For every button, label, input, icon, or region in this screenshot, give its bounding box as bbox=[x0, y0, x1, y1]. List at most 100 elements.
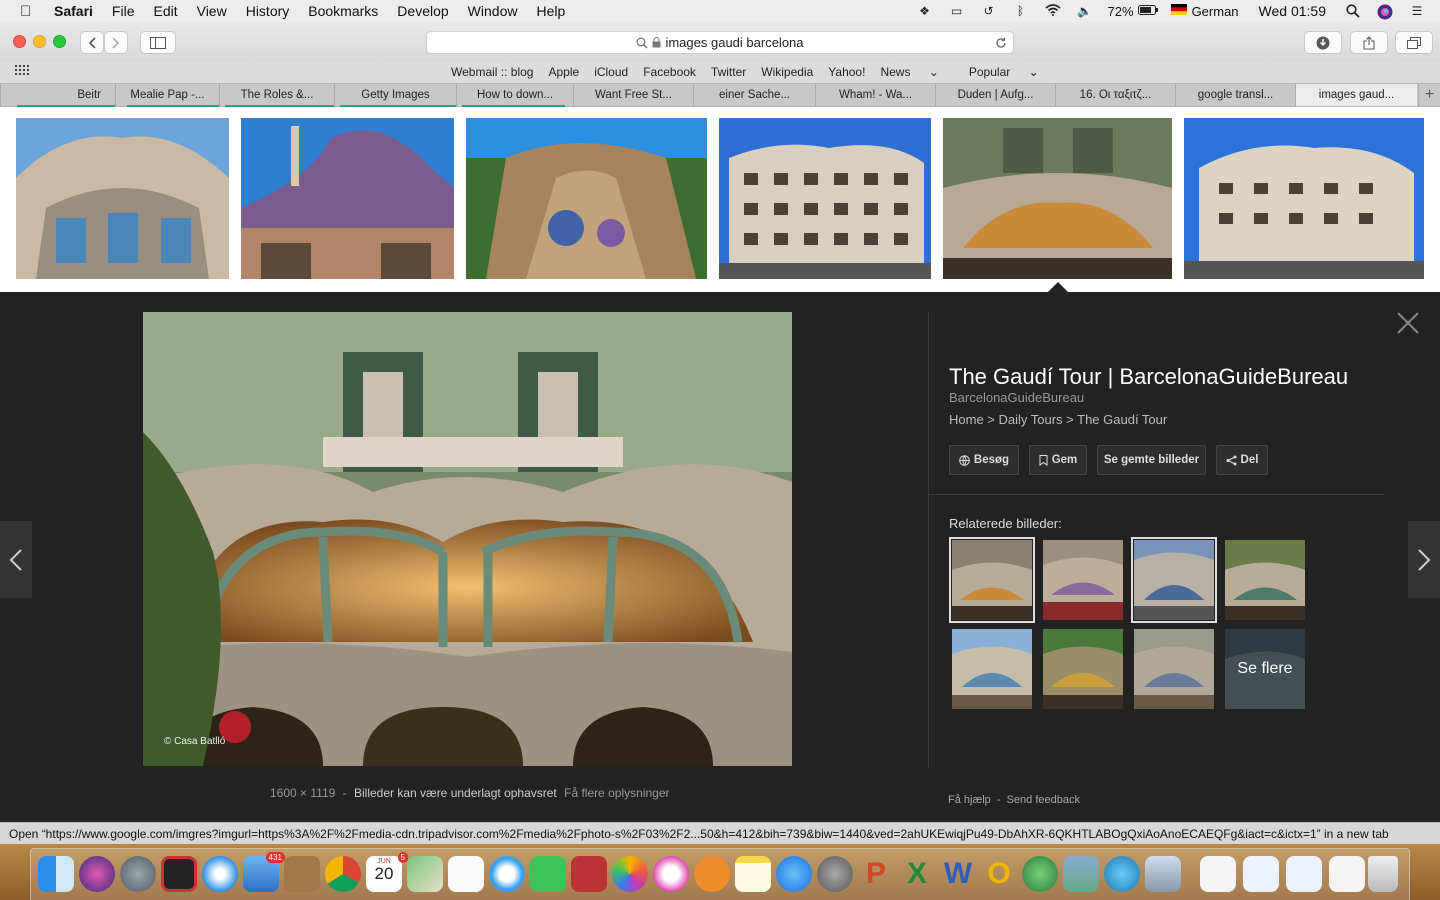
result-title[interactable]: The Gaudí Tour | BarcelonaGuideBureau bbox=[949, 364, 1348, 390]
reminders-icon[interactable] bbox=[448, 856, 484, 892]
onenote-icon[interactable]: O bbox=[981, 856, 1017, 892]
input-source[interactable]: German bbox=[1192, 4, 1239, 19]
menu-history[interactable]: History bbox=[246, 3, 290, 19]
system-preferences-icon[interactable] bbox=[817, 856, 853, 892]
favorite-news-folder[interactable]: News ⌄ bbox=[880, 65, 953, 79]
back-button[interactable] bbox=[80, 31, 104, 54]
tab-taxi[interactable]: 16. Οι ταξιτζ... bbox=[1055, 84, 1175, 106]
safari-icon[interactable] bbox=[202, 856, 238, 892]
favorite-wikipedia[interactable]: Wikipedia bbox=[761, 65, 813, 79]
contacts-icon[interactable] bbox=[284, 856, 320, 892]
notification-center-icon[interactable]: ☰ bbox=[1408, 4, 1426, 18]
tab-wham[interactable]: Wham! - Wa... bbox=[815, 84, 935, 106]
photo-editor-icon[interactable] bbox=[1063, 856, 1099, 892]
favorite-facebook[interactable]: Facebook bbox=[643, 65, 696, 79]
more-info-link[interactable]: Få flere oplysninger bbox=[564, 786, 669, 800]
favorite-popular-folder[interactable]: Popular ⌄ bbox=[969, 65, 1054, 79]
zoom-window-button[interactable] bbox=[53, 35, 66, 48]
result-thumbnail[interactable] bbox=[241, 118, 454, 279]
menu-view[interactable]: View bbox=[197, 3, 227, 19]
favorite-yahoo[interactable]: Yahoo! bbox=[828, 65, 865, 79]
favorite-icloud[interactable]: iCloud bbox=[594, 65, 628, 79]
tab-want-free[interactable]: Want Free St... bbox=[573, 84, 693, 106]
menu-help[interactable]: Help bbox=[536, 3, 565, 19]
saved-images-button[interactable]: Se gemte billeder bbox=[1097, 445, 1206, 475]
powerpoint-icon[interactable]: P bbox=[858, 856, 894, 892]
dropbox-icon[interactable]: ❖ bbox=[916, 4, 934, 18]
close-preview-button[interactable] bbox=[1396, 312, 1420, 336]
visit-button[interactable]: Besøg bbox=[949, 445, 1019, 475]
tab-the-roles[interactable]: The Roles &... bbox=[219, 84, 334, 106]
preview-image[interactable] bbox=[143, 312, 792, 766]
related-image[interactable] bbox=[949, 537, 1035, 623]
menu-bookmarks[interactable]: Bookmarks bbox=[308, 3, 378, 19]
close-window-button[interactable] bbox=[13, 35, 26, 48]
maps-icon[interactable] bbox=[407, 856, 443, 892]
menu-window[interactable]: Window bbox=[468, 3, 518, 19]
document-thumbnail[interactable] bbox=[1243, 856, 1279, 892]
result-thumbnail[interactable] bbox=[719, 118, 931, 279]
preview-app-icon[interactable] bbox=[1145, 856, 1181, 892]
tab-google-translate[interactable]: google transl... bbox=[1175, 84, 1295, 106]
spotlight-icon[interactable] bbox=[1344, 4, 1362, 18]
mail-icon[interactable]: 431 bbox=[243, 852, 285, 892]
time-machine-icon[interactable]: ↺ bbox=[980, 4, 998, 18]
next-image-button[interactable] bbox=[1408, 521, 1440, 598]
photo-app-icon[interactable] bbox=[571, 856, 607, 892]
related-image[interactable] bbox=[1043, 629, 1123, 709]
facetime-icon[interactable] bbox=[530, 856, 566, 892]
document-thumbnail[interactable] bbox=[1329, 856, 1365, 892]
itunes-icon[interactable] bbox=[653, 856, 689, 892]
new-tab-button[interactable]: + bbox=[1418, 84, 1440, 106]
favorite-webmail[interactable]: Webmail :: blog bbox=[451, 65, 533, 79]
notes-icon[interactable] bbox=[735, 856, 771, 892]
photos-icon[interactable] bbox=[612, 856, 648, 892]
launchpad-icon[interactable] bbox=[120, 856, 156, 892]
wifi-icon[interactable] bbox=[1044, 4, 1062, 18]
trash-icon[interactable] bbox=[1368, 856, 1398, 892]
related-image[interactable] bbox=[1131, 537, 1217, 623]
word-icon[interactable]: W bbox=[940, 856, 976, 892]
messages-icon[interactable] bbox=[489, 856, 525, 892]
address-bar[interactable]: images gaudi barcelona bbox=[426, 31, 1014, 54]
related-image[interactable] bbox=[952, 629, 1032, 709]
tab-getty-images[interactable]: Getty Images bbox=[334, 84, 456, 106]
reload-icon[interactable] bbox=[995, 37, 1007, 49]
share-result-button[interactable]: Del bbox=[1216, 445, 1268, 475]
top-sites-icon[interactable] bbox=[15, 65, 30, 80]
photo-booth-icon[interactable] bbox=[161, 856, 197, 892]
related-image[interactable] bbox=[1225, 540, 1305, 620]
app-menu[interactable]: Safari bbox=[54, 3, 93, 19]
previous-image-button[interactable] bbox=[0, 521, 32, 598]
apple-menu-icon[interactable]:  bbox=[20, 3, 40, 20]
tab-einer-sache[interactable]: einer Sache... bbox=[693, 84, 815, 106]
share-button[interactable] bbox=[1350, 31, 1388, 54]
globe-app-icon[interactable] bbox=[1022, 856, 1058, 892]
finder-icon[interactable] bbox=[38, 856, 74, 892]
menu-develop[interactable]: Develop bbox=[397, 3, 448, 19]
document-thumbnail[interactable] bbox=[1286, 856, 1322, 892]
tab-overview-button[interactable] bbox=[1395, 31, 1433, 54]
document-thumbnail[interactable] bbox=[1200, 856, 1236, 892]
ibooks-icon[interactable] bbox=[694, 856, 730, 892]
result-thumbnail[interactable] bbox=[16, 118, 229, 279]
help-link[interactable]: Få hjælp bbox=[948, 794, 991, 806]
favorite-apple[interactable]: Apple bbox=[548, 65, 579, 79]
tab-beitr[interactable]: Beitr bbox=[0, 84, 115, 106]
favorite-twitter[interactable]: Twitter bbox=[711, 65, 746, 79]
siri-icon[interactable] bbox=[79, 856, 115, 892]
tab-how-to-down[interactable]: How to down... bbox=[456, 84, 573, 106]
battery-percent[interactable]: 72% bbox=[1108, 4, 1134, 19]
related-image[interactable] bbox=[1043, 540, 1123, 620]
related-image[interactable] bbox=[1134, 629, 1214, 709]
downloads-button[interactable] bbox=[1304, 31, 1342, 54]
send-feedback-link[interactable]: Send feedback bbox=[1007, 794, 1080, 806]
see-more-tile[interactable]: Se flere bbox=[1225, 629, 1305, 709]
menu-file[interactable]: File bbox=[112, 3, 135, 19]
chrome-icon[interactable] bbox=[325, 856, 361, 892]
messenger-icon[interactable] bbox=[1104, 856, 1140, 892]
result-thumbnail[interactable] bbox=[466, 118, 707, 279]
result-thumbnail[interactable] bbox=[1184, 118, 1424, 279]
battery-icon[interactable] bbox=[1137, 4, 1158, 18]
sidebar-toggle-button[interactable] bbox=[140, 31, 176, 54]
